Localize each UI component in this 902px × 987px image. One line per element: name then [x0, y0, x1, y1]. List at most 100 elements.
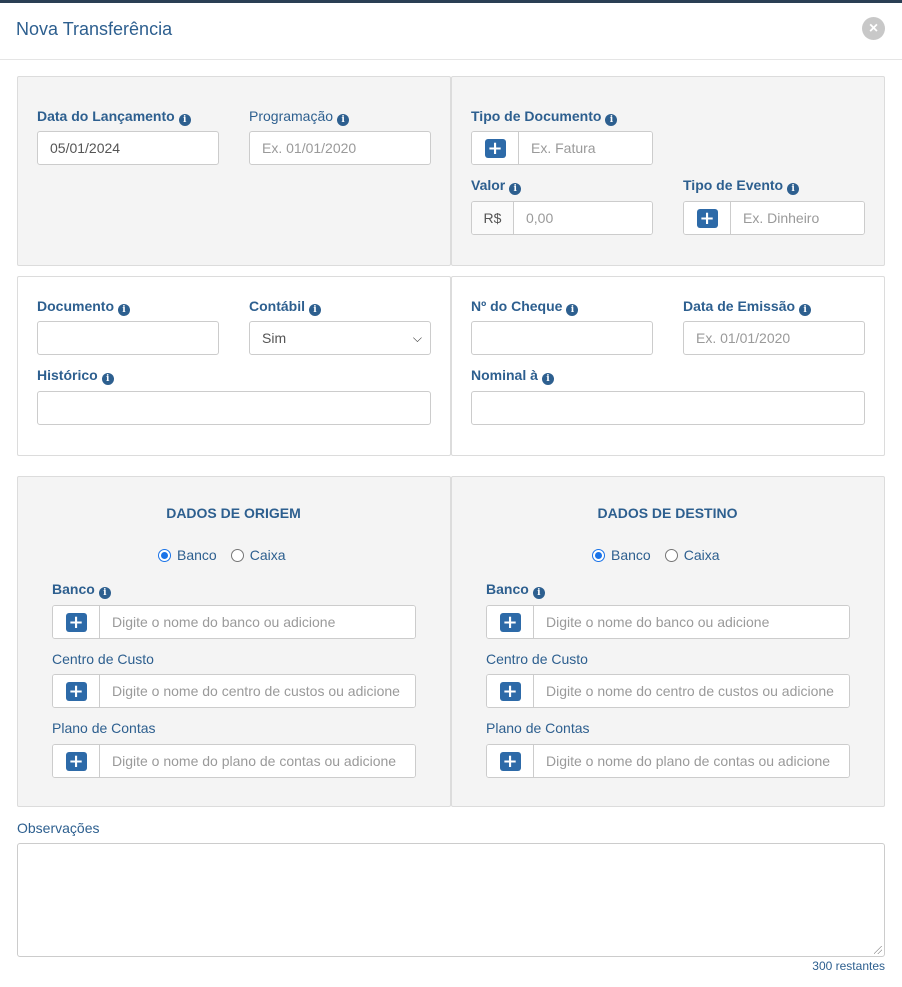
- nominal-input[interactable]: [471, 391, 865, 425]
- documento-input[interactable]: [37, 321, 219, 355]
- valor-group: R$: [471, 201, 653, 235]
- add-destino-plano-button[interactable]: +: [487, 745, 534, 777]
- destino-radio-caixa[interactable]: Caixa: [664, 547, 720, 563]
- info-icon[interactable]: i: [541, 373, 554, 385]
- origem-plano-group: +: [52, 744, 416, 778]
- radio-label: Banco: [611, 547, 651, 563]
- cheque-input[interactable]: [471, 321, 653, 355]
- destino-radio-banco[interactable]: Banco: [592, 547, 651, 563]
- label-observacoes: Observações: [17, 820, 100, 836]
- panel-dates: [17, 76, 451, 266]
- radio-checked-icon: [592, 548, 605, 562]
- info-icon[interactable]: i: [605, 114, 618, 126]
- info-icon[interactable]: i: [337, 114, 350, 126]
- add-origem-plano-button[interactable]: +: [53, 745, 100, 777]
- tipo-documento-group: +: [471, 131, 653, 165]
- resize-handle-icon[interactable]: [874, 946, 882, 954]
- plus-icon: +: [65, 681, 87, 701]
- origem-radio-group: Banco Caixa: [158, 547, 300, 563]
- info-icon[interactable]: i: [118, 304, 130, 316]
- destino-plano-group: +: [486, 744, 850, 778]
- label-data-lancamento: Data do Lançamento i: [37, 108, 191, 126]
- label-destino-banco: Banco i: [486, 581, 545, 599]
- label-destino-centro: Centro de Custo: [486, 651, 588, 667]
- label-historico: Histórico i: [37, 367, 114, 385]
- data-emissao-input[interactable]: [683, 321, 865, 355]
- label-destino-plano: Plano de Contas: [486, 720, 590, 736]
- label-documento: Documento i: [37, 298, 130, 316]
- plus-icon: +: [499, 612, 521, 632]
- radio-label: Caixa: [249, 547, 286, 563]
- modal-title: Nova Transferência: [16, 19, 173, 39]
- label-tipo-documento: Tipo de Documento i: [471, 108, 618, 126]
- plus-icon: +: [65, 751, 87, 771]
- origem-radio-banco[interactable]: Banco: [158, 547, 217, 563]
- modal-header: Nova Transferência ×: [0, 3, 902, 60]
- label-tipo-evento: Tipo de Evento i: [683, 177, 800, 195]
- plus-icon: +: [65, 612, 87, 632]
- origem-plano-input[interactable]: [100, 745, 415, 777]
- programacao-input[interactable]: [249, 131, 431, 165]
- destino-banco-input[interactable]: [534, 606, 849, 638]
- origem-centro-input[interactable]: [100, 675, 415, 707]
- label-origem-banco: Banco i: [52, 581, 111, 599]
- tipo-evento-input[interactable]: [731, 202, 864, 234]
- observacoes-textarea[interactable]: [17, 843, 885, 957]
- label-contabil: Contábil i: [249, 298, 321, 316]
- label-data-emissao: Data de Emissão i: [683, 298, 812, 316]
- tipo-evento-group: +: [683, 201, 865, 235]
- destino-centro-group: +: [486, 674, 850, 708]
- panel-document-type: [451, 76, 885, 266]
- label-origem-centro: Centro de Custo: [52, 651, 154, 667]
- contabil-select[interactable]: Sim ⌵: [249, 321, 431, 355]
- plus-icon: +: [484, 138, 506, 158]
- radio-label: Banco: [177, 547, 217, 563]
- origem-radio-caixa[interactable]: Caixa: [230, 547, 286, 563]
- destino-radio-group: Banco Caixa: [592, 547, 734, 563]
- historico-input[interactable]: [37, 391, 431, 425]
- destino-title: DADOS DE DESTINO: [597, 505, 738, 521]
- origem-banco-input[interactable]: [100, 606, 415, 638]
- data-lancamento-input[interactable]: [37, 131, 219, 165]
- currency-prefix: R$: [472, 202, 514, 234]
- add-origem-banco-button[interactable]: +: [53, 606, 100, 638]
- info-icon[interactable]: i: [566, 304, 579, 316]
- chevron-down-icon: ⌵: [412, 330, 422, 345]
- info-icon[interactable]: i: [799, 304, 812, 316]
- origem-banco-group: +: [52, 605, 416, 639]
- info-icon[interactable]: i: [787, 183, 800, 195]
- plus-icon: +: [499, 681, 521, 701]
- info-icon[interactable]: i: [309, 304, 321, 316]
- plus-icon: +: [499, 751, 521, 771]
- info-icon[interactable]: i: [98, 587, 111, 599]
- origem-centro-group: +: [52, 674, 416, 708]
- destino-plano-input[interactable]: [534, 745, 849, 777]
- add-destino-centro-button[interactable]: +: [487, 675, 534, 707]
- info-icon[interactable]: i: [532, 587, 545, 599]
- char-counter: 300 restantes: [812, 959, 885, 973]
- info-icon[interactable]: i: [101, 373, 114, 385]
- label-nominal: Nominal ài: [471, 367, 554, 385]
- radio-label: Caixa: [683, 547, 720, 563]
- origem-title: DADOS DE ORIGEM: [166, 505, 301, 521]
- radio-unchecked-icon: [230, 548, 244, 562]
- radio-checked-icon: [158, 548, 171, 562]
- info-icon[interactable]: i: [509, 183, 522, 195]
- destino-banco-group: +: [486, 605, 850, 639]
- valor-input[interactable]: [514, 202, 652, 234]
- label-origem-plano: Plano de Contas: [52, 720, 156, 736]
- add-tipo-evento-button[interactable]: +: [684, 202, 731, 234]
- close-icon[interactable]: ×: [862, 17, 885, 40]
- info-icon[interactable]: i: [178, 114, 191, 126]
- label-valor: Valor i: [471, 177, 522, 195]
- tipo-documento-input[interactable]: [519, 132, 652, 164]
- radio-unchecked-icon: [664, 548, 678, 562]
- destino-centro-input[interactable]: [534, 675, 849, 707]
- label-cheque: Nº do Cheque i: [471, 298, 579, 316]
- add-destino-banco-button[interactable]: +: [487, 606, 534, 638]
- add-origem-centro-button[interactable]: +: [53, 675, 100, 707]
- add-tipo-documento-button[interactable]: +: [472, 132, 519, 164]
- label-programacao: Programação i: [249, 108, 350, 126]
- contabil-selected: Sim: [262, 330, 287, 346]
- plus-icon: +: [696, 208, 718, 228]
